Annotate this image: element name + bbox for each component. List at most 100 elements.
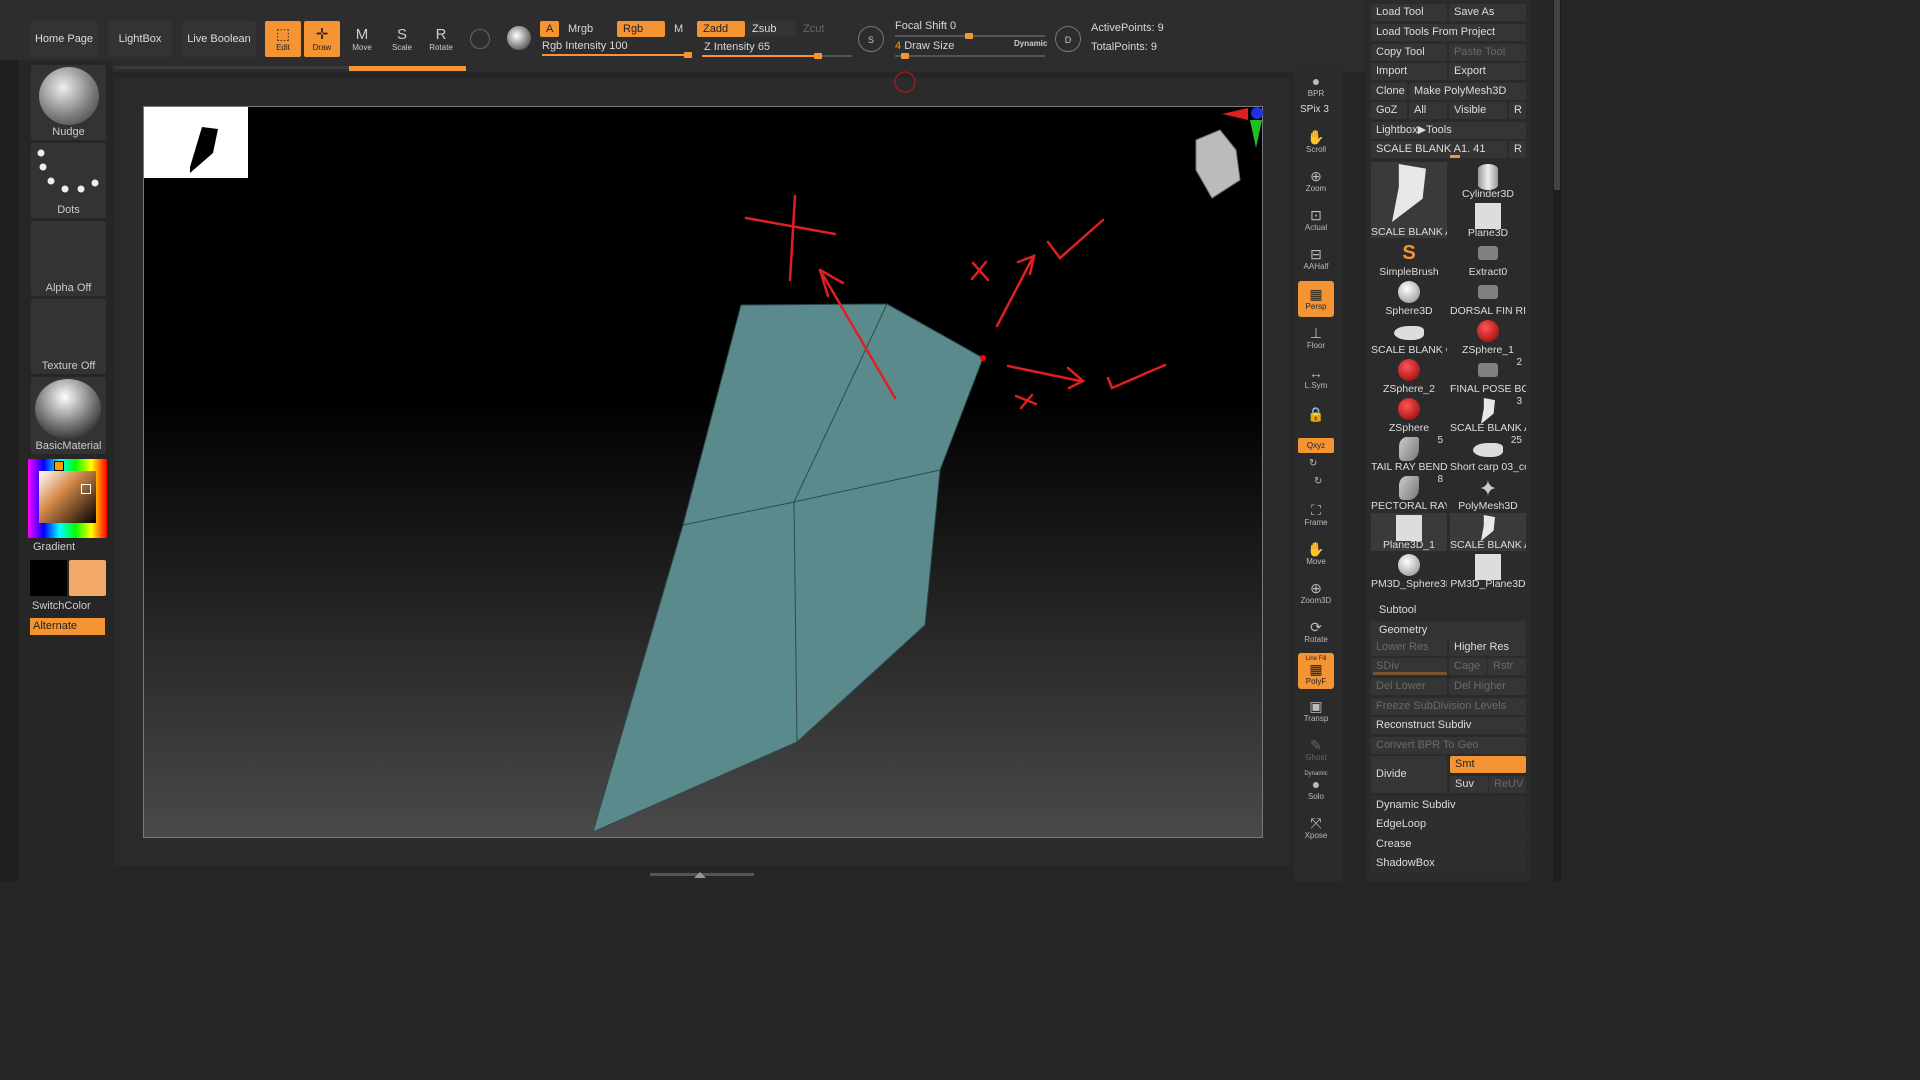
xyz-toggle[interactable]: Qxyz (1298, 438, 1334, 453)
tool-name: PolyMesh3D (1458, 500, 1518, 512)
load-tools-from-project-button[interactable]: Load Tools From Project (1371, 24, 1526, 41)
import-button[interactable]: Import (1371, 63, 1447, 80)
shadowbox-header[interactable]: ShadowBox (1370, 854, 1526, 872)
tool-thumbnail[interactable]: DORSAL FIN RIG. (1450, 279, 1526, 317)
transp-button[interactable]: ▣ Transp (1298, 693, 1334, 729)
crease-header[interactable]: Crease (1370, 835, 1526, 853)
all-button[interactable]: All (1409, 102, 1447, 119)
reuv-toggle[interactable]: ReUV (1489, 776, 1526, 793)
zoom3d-button[interactable]: ⊕ Zoom3D (1298, 575, 1334, 611)
current-tool-slider[interactable]: SCALE BLANK A1. 41 (1371, 141, 1507, 158)
rotate-view-button[interactable]: ⟳ Rotate (1298, 614, 1334, 650)
planewhite-icon (1475, 554, 1501, 580)
tool-thumbnail[interactable]: ✦ PolyMesh3D (1450, 474, 1526, 512)
solo-button[interactable]: Dynamic ● Solo (1298, 768, 1334, 804)
rotate-z-icon[interactable]: ↻ (1314, 476, 1322, 487)
tool-thumbnail[interactable]: Plane3D_1 (1371, 513, 1447, 551)
divide-button[interactable]: Divide (1371, 756, 1447, 793)
brush-cursor-ring (894, 71, 916, 93)
blank2-icon (1481, 398, 1495, 424)
tool-thumbnail[interactable]: Cylinder3D (1450, 162, 1526, 200)
aahalf-button[interactable]: ⊟ AAHalf (1298, 241, 1334, 277)
freeze-subdiv-button[interactable]: Freeze SubDivision Levels (1371, 698, 1526, 715)
tool-thumbnail[interactable]: Short carp 03_co 25 (1450, 435, 1526, 473)
ghost-button[interactable]: ✎ Ghost (1298, 732, 1334, 768)
polyf-icon: ▦ (1309, 661, 1323, 677)
tool-thumbnail[interactable]: SCALE BLANK GF (1371, 318, 1447, 356)
lower-res-button[interactable]: Lower Res (1371, 639, 1447, 656)
goz-r-button[interactable]: R (1509, 102, 1526, 119)
zoom-button[interactable]: ⊕ Zoom (1298, 163, 1334, 199)
tool-thumbnail[interactable]: PECTORAL RAYS 8 (1371, 474, 1447, 512)
cage-button[interactable]: Cage (1449, 658, 1487, 675)
tool-thumbnail[interactable]: Plane3D (1450, 201, 1526, 239)
tool-thumbnail[interactable]: ZSphere_2 (1371, 357, 1447, 395)
tool-thumbnail[interactable]: SCALE BLANK A1 (1371, 162, 1447, 238)
paste-tool-button[interactable]: Paste Tool (1449, 44, 1526, 61)
tool-thumbnail[interactable]: ZSphere (1371, 396, 1447, 434)
aahalf-icon: ⊟ (1310, 246, 1322, 262)
reconstruct-subdiv-button[interactable]: Reconstruct Subdiv (1371, 717, 1526, 734)
tool-thumbnail[interactable]: TAIL RAY BEND / 5 (1371, 435, 1447, 473)
save-as-button[interactable]: Save As (1449, 4, 1526, 21)
tool-name: SCALE BLANK A2 (1450, 422, 1526, 434)
rstr-button[interactable]: Rstr (1488, 658, 1526, 675)
tool-name: Plane3D (1467, 227, 1509, 239)
mesh-quad-mesh (592, 303, 984, 833)
xpose-button[interactable]: ⤧ Xpose (1298, 810, 1334, 846)
ghost-icon: ✎ (1310, 737, 1322, 753)
load-tool-button[interactable]: Load Tool (1371, 4, 1447, 21)
move-view-button[interactable]: ✋ Move (1298, 536, 1334, 572)
tool-name: SCALE BLANK A1 (1450, 539, 1526, 551)
scroll-button[interactable]: ✋ Scroll (1298, 124, 1334, 160)
lsym-button[interactable]: ↔ L.Sym (1298, 360, 1334, 396)
spix-slider[interactable]: SPix 3 (1300, 104, 1329, 115)
polyf-button[interactable]: Line Fill ▦ PolyF (1298, 653, 1334, 689)
brush-cursor-dot (980, 355, 986, 361)
tool-thumbnail[interactable]: ZSphere_1 (1450, 318, 1526, 356)
tool-name: Cylinder3D (1462, 188, 1514, 200)
tool-thumbnail[interactable]: PM3D_Sphere3D (1371, 552, 1447, 590)
tool-r-button[interactable]: R (1509, 141, 1526, 158)
geometry-header[interactable]: Geometry (1370, 621, 1526, 640)
current-tool-slider-knob (1450, 155, 1460, 158)
frame-button[interactable]: ⛶ Frame (1298, 497, 1334, 533)
clone-button[interactable]: Clone (1371, 83, 1407, 100)
tool-thumbnail[interactable]: FINAL POSE BOD 2 (1450, 357, 1526, 395)
actual-button[interactable]: ⊡ Actual (1298, 202, 1334, 238)
lock-button[interactable]: 🔒 (1298, 398, 1334, 430)
tool-thumbnail[interactable]: Sphere3D (1371, 279, 1447, 317)
subtool-header[interactable]: Subtool (1370, 601, 1526, 620)
visible-button[interactable]: Visible (1449, 102, 1507, 119)
lightbox-tools-button[interactable]: Lightbox▶Tools (1371, 122, 1526, 139)
tool-name: Sphere3D (1385, 305, 1433, 317)
goz-button[interactable]: GoZ (1371, 102, 1407, 119)
tool-name: DORSAL FIN RIG. (1450, 305, 1526, 317)
export-button[interactable]: Export (1449, 63, 1526, 80)
convert-bpr-button[interactable]: Convert BPR To Geo (1371, 737, 1526, 754)
copy-tool-button[interactable]: Copy Tool (1371, 44, 1447, 61)
tool-thumbnail[interactable]: SCALE BLANK A2 3 (1450, 396, 1526, 434)
carp-icon (1473, 443, 1503, 457)
tool-name: Extract0 (1468, 266, 1508, 278)
panel-scrollbar-thumb[interactable] (1554, 0, 1560, 190)
floor-button[interactable]: ⊥ Floor (1298, 320, 1334, 356)
rotate-y-icon[interactable]: ↻ (1309, 458, 1317, 469)
tool-thumbnail[interactable]: Extract0 (1450, 240, 1526, 278)
persp-button[interactable]: ▦ Persp (1298, 281, 1334, 317)
lock-icon: 🔒 (1307, 405, 1325, 422)
tool-thumbnail[interactable]: PM3D_Plane3D (1450, 552, 1526, 590)
edgeloop-header[interactable]: EdgeLoop (1370, 815, 1526, 833)
smt-toggle[interactable]: Smt (1450, 756, 1526, 773)
tool-thumbnail[interactable]: SCALE BLANK A1 (1450, 513, 1526, 551)
make-polymesh-button[interactable]: Make PolyMesh3D (1409, 83, 1526, 100)
del-lower-button[interactable]: Del Lower (1371, 678, 1447, 695)
del-higher-button[interactable]: Del Higher (1449, 678, 1526, 695)
pose-icon (1478, 363, 1498, 377)
dynamic-subdiv-header[interactable]: Dynamic Subdiv (1370, 796, 1526, 814)
higher-res-button[interactable]: Higher Res (1449, 639, 1526, 656)
suv-toggle[interactable]: Suv (1450, 776, 1488, 793)
tool-thumbnail[interactable]: S SimpleBrush (1371, 240, 1447, 278)
zoom3d-icon: ⊕ (1310, 580, 1322, 596)
bpr-button[interactable]: ● BPR (1298, 68, 1334, 104)
